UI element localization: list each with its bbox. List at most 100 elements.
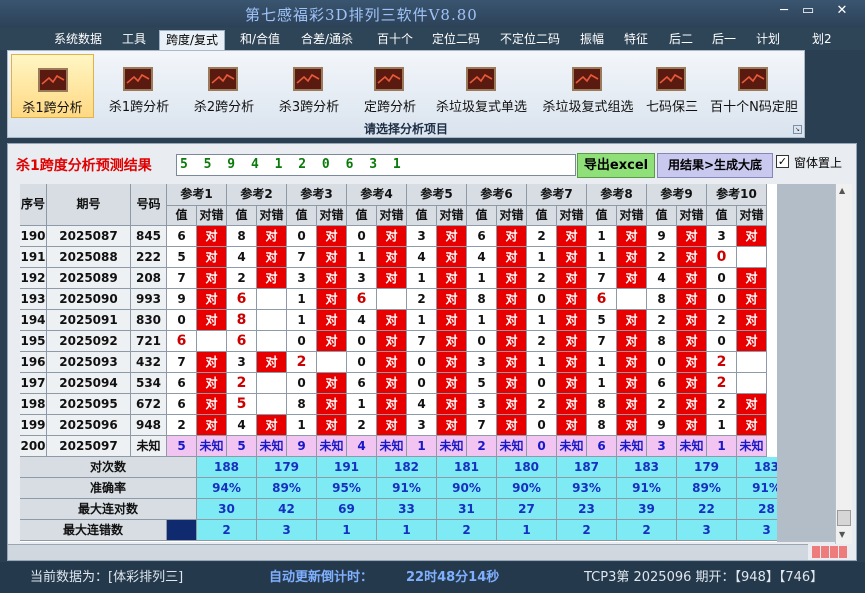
menu-plan[interactable]: 计划	[756, 30, 780, 50]
menu-last-two[interactable]: 后二	[669, 30, 693, 50]
table-cell-value: 3	[707, 226, 737, 247]
column-header-ref[interactable]: 参考7	[527, 184, 587, 206]
table-cell-value: 1	[527, 352, 557, 373]
table-cell-hit: 对	[377, 394, 407, 415]
table-cell-value: 1	[287, 310, 317, 331]
table-cell-value: 3	[227, 352, 257, 373]
table-cell-value: 1	[587, 373, 617, 394]
maximize-button[interactable]: ▭	[796, 2, 820, 20]
kill-span-1-button[interactable]: 杀1跨分析	[11, 54, 94, 118]
table-cell-value: 1	[347, 394, 377, 415]
stat-value: 95%	[317, 478, 377, 499]
fixed-span-button[interactable]: 定跨分析	[353, 54, 427, 118]
menu-span-compound[interactable]: 跨度/复式	[159, 30, 225, 50]
column-header-ref[interactable]: 参考4	[347, 184, 407, 206]
kill-span-2-button[interactable]: 杀2跨分析	[182, 54, 266, 118]
table-cell-hit: 对	[557, 310, 587, 331]
table-cell-value: 2	[647, 394, 677, 415]
column-header-ref[interactable]: 参考5	[407, 184, 467, 206]
export-excel-button[interactable]: 导出excel	[577, 153, 655, 178]
column-header-ref[interactable]: 参考10	[707, 184, 767, 206]
table-cell-hit: 对	[437, 226, 467, 247]
generate-base-button[interactable]: 用结果>生成大底	[657, 153, 773, 178]
table-cell-hit: 对	[677, 310, 707, 331]
table-cell-value: 8	[227, 310, 257, 331]
menu-tools[interactable]: 工具	[122, 30, 146, 50]
table-cell-value: 5	[587, 310, 617, 331]
column-header-seq[interactable]: 序号	[20, 184, 47, 226]
row-seq: 193	[20, 289, 47, 310]
kill-junk-single-button[interactable]: 杀垃圾复式单选	[429, 54, 534, 118]
column-header-period[interactable]: 期号	[47, 184, 131, 226]
column-header-number[interactable]: 号码	[131, 184, 167, 226]
table-cell-hit: 对	[317, 268, 347, 289]
column-header-ref[interactable]: 参考6	[467, 184, 527, 206]
kill-junk-group-button[interactable]: 杀垃圾复式组选	[536, 54, 640, 118]
scroll-thumb[interactable]	[837, 510, 851, 526]
scroll-down-icon[interactable]: ▼	[839, 530, 845, 539]
row-period: 2025089	[47, 268, 131, 289]
table-cell-hit: 对	[377, 373, 407, 394]
scroll-up-icon[interactable]: ▲	[839, 186, 845, 195]
row-seq: 199	[20, 415, 47, 436]
table-cell-hit: 对	[437, 352, 467, 373]
table-cell-value: 7	[587, 268, 617, 289]
kill-span-1b-button[interactable]: 杀1跨分析	[97, 54, 181, 118]
row-seq: 194	[20, 310, 47, 331]
menu-diff-kill[interactable]: 合差/通杀	[301, 30, 353, 50]
prediction-value: 1	[707, 436, 737, 457]
column-header-ref[interactable]: 参考9	[647, 184, 707, 206]
menu-sum[interactable]: 和/合值	[240, 30, 280, 50]
n-code-dan-button[interactable]: 百十个N码定胆	[705, 54, 803, 118]
subheader-check: 对错	[497, 206, 527, 226]
stat-value: 28	[737, 499, 777, 520]
stat-value: 69	[317, 499, 377, 520]
table-cell-value: 6	[167, 394, 197, 415]
table-cell-hit: 对	[197, 373, 227, 394]
table-cell-hit: 对	[197, 268, 227, 289]
kill-span-3-button[interactable]: 杀3跨分析	[267, 54, 351, 118]
table-cell-hit: 对	[317, 226, 347, 247]
minimize-button[interactable]: ─	[772, 2, 796, 20]
close-button[interactable]: ✕	[830, 2, 854, 20]
table-cell-value: 0	[467, 331, 497, 352]
expand-corner-icon[interactable]: ↘	[793, 125, 802, 134]
table-cell-value: 4	[407, 247, 437, 268]
table-cell-hit: 对	[617, 415, 647, 436]
table-cell-hit: 对	[497, 331, 527, 352]
topmost-checkbox[interactable]: ✓	[776, 155, 789, 168]
row-number: 845	[131, 226, 167, 247]
seven-code-button[interactable]: 七码保三	[641, 54, 703, 118]
table-cell-value: 1	[587, 226, 617, 247]
table-cell-value: 8	[647, 289, 677, 310]
column-header-ref[interactable]: 参考8	[587, 184, 647, 206]
table-cell-value: 7	[407, 331, 437, 352]
table-cell-hit: 对	[437, 247, 467, 268]
column-header-ref[interactable]: 参考1	[167, 184, 227, 206]
table-cell-hit: 对	[257, 247, 287, 268]
column-header-ref[interactable]: 参考2	[227, 184, 287, 206]
chart-icon	[38, 68, 68, 92]
menu-plan-2[interactable]: 划2	[812, 30, 832, 50]
stat-value: 42	[257, 499, 317, 520]
table-cell-hit: 对	[497, 247, 527, 268]
result-field[interactable]: 5 5 9 4 1 2 0 6 3 1	[176, 154, 576, 176]
table-cell-value: 8	[587, 415, 617, 436]
menu-hundreds[interactable]: 百十个	[377, 30, 413, 50]
menu-features[interactable]: 特征	[624, 30, 648, 50]
horizontal-scrollbar[interactable]	[8, 544, 808, 560]
analysis-table: 序号 期号 号码 参考1 值对错 参考2 值对错 参考3 值对错 参考4 值对错 参考5 值对错 参考6 值…	[20, 184, 777, 542]
table-cell-hit: 对	[677, 373, 707, 394]
stat-value: 3	[737, 520, 777, 541]
menu-system-data[interactable]: 系统数据	[54, 30, 102, 50]
menu-last-one[interactable]: 后一	[712, 30, 736, 50]
menu-position-two[interactable]: 定位二码	[432, 30, 480, 50]
prediction-value: 6	[587, 436, 617, 457]
vertical-scrollbar[interactable]: ▲ ▼	[835, 184, 852, 544]
subheader-check: 对错	[197, 206, 227, 226]
menu-nonposition-two[interactable]: 不定位二码	[500, 30, 560, 50]
menu-amplitude[interactable]: 振幅	[580, 30, 604, 50]
table-cell-hit: 对	[617, 226, 647, 247]
stat-value: 31	[437, 499, 497, 520]
column-header-ref[interactable]: 参考3	[287, 184, 347, 206]
